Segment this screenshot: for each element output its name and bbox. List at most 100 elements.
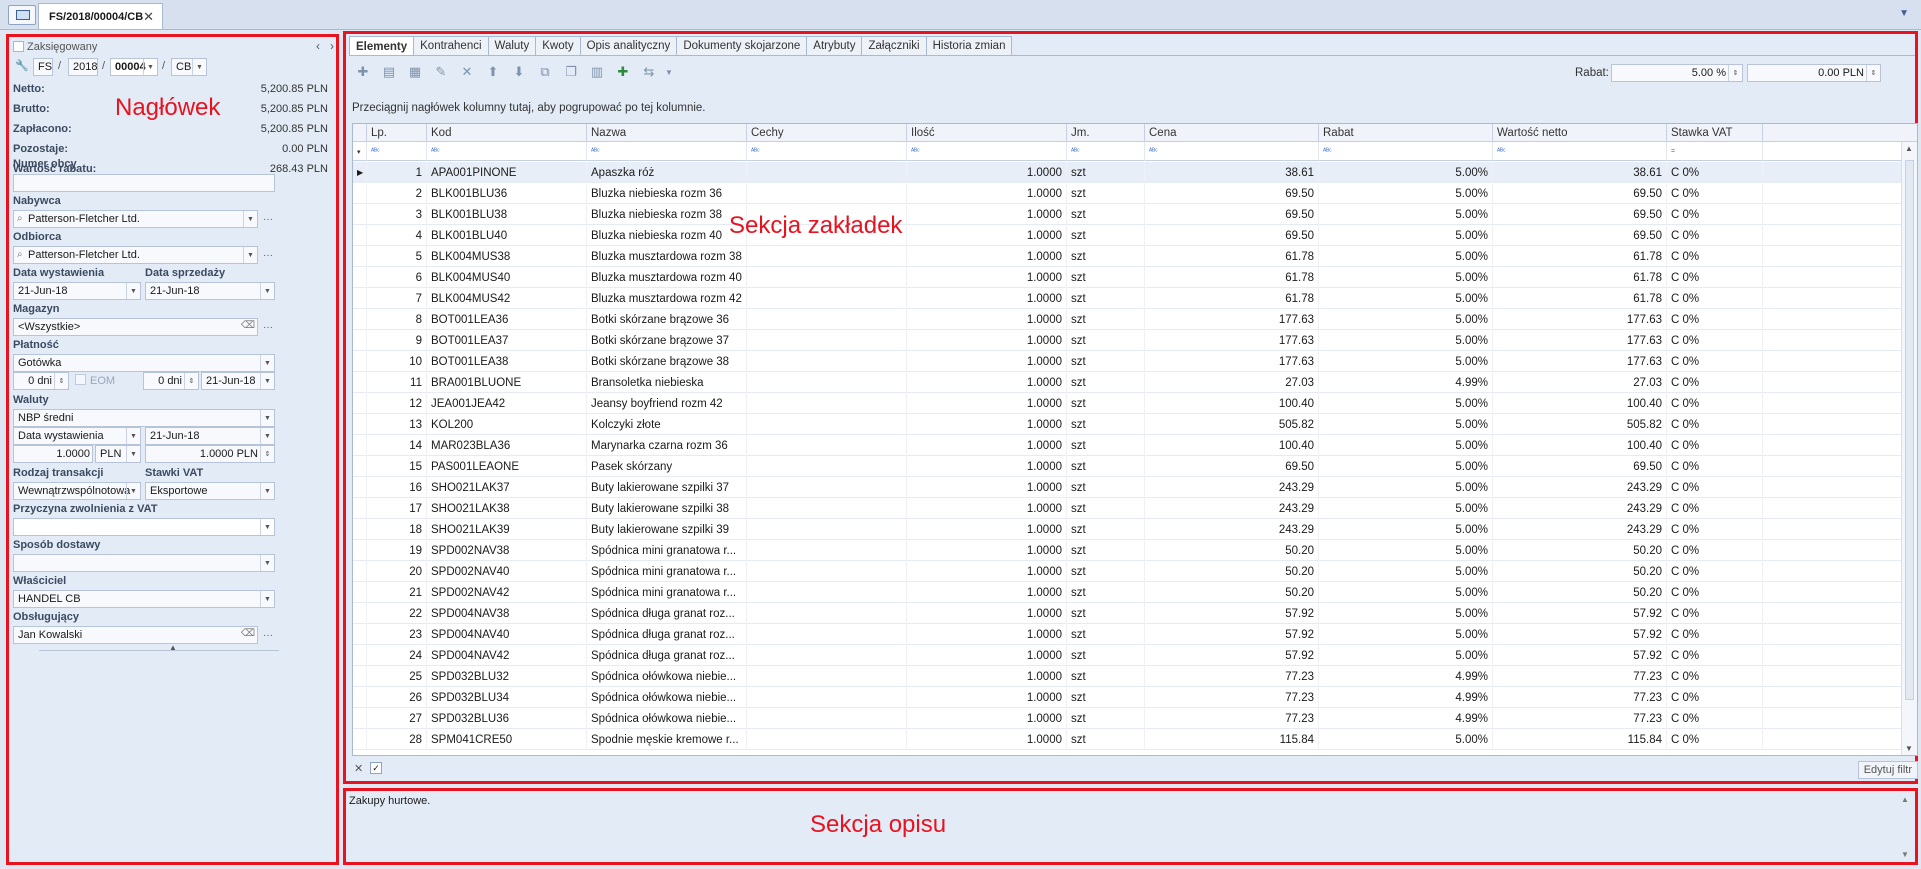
column-header[interactable]: Cena bbox=[1145, 124, 1319, 142]
table-cell[interactable]: 77.23 bbox=[1145, 666, 1319, 687]
table-cell[interactable]: 243.29 bbox=[1145, 519, 1319, 540]
table-cell[interactable]: Pasek skórzany bbox=[587, 456, 747, 477]
table-cell[interactable]: 69.50 bbox=[1493, 183, 1667, 204]
excel-icon[interactable]: ✚ bbox=[612, 62, 634, 82]
table-cell[interactable]: SHO021LAK39 bbox=[427, 519, 587, 540]
table-cell[interactable]: 1.0000 bbox=[907, 393, 1067, 414]
tab-item[interactable]: Załączniki bbox=[862, 36, 927, 56]
table-cell[interactable]: szt bbox=[1067, 498, 1145, 519]
doc-type-field[interactable]: FS bbox=[33, 58, 53, 76]
table-cell[interactable]: 1.0000 bbox=[907, 540, 1067, 561]
table-cell[interactable]: 5 bbox=[367, 246, 427, 267]
column-filter-cell[interactable]: ᴬᴮᶜ bbox=[587, 142, 747, 161]
document-tab[interactable]: FS/2018/00004/CB ✕ bbox=[38, 3, 163, 29]
table-cell[interactable]: 1.0000 bbox=[907, 267, 1067, 288]
table-cell[interactable]: szt bbox=[1067, 225, 1145, 246]
table-cell[interactable]: 5.00% bbox=[1319, 729, 1493, 750]
table-cell[interactable]: Bluzka niebieska rozm 36 bbox=[587, 183, 747, 204]
table-row[interactable]: 6 BLK004MUS40 Bluzka musztardowa rozm 40 1.… bbox=[353, 267, 1903, 288]
table-cell[interactable]: 5.00% bbox=[1319, 435, 1493, 456]
table-row[interactable]: 13 KOL200 Kolczyki złote 1.0000 szt 505.82 5.0… bbox=[353, 414, 1903, 435]
rate-value2-field[interactable]: 1.0000 PLN ⇕ bbox=[145, 445, 275, 463]
doc-seq-field[interactable]: 00004 ▼ bbox=[110, 58, 158, 76]
table-cell[interactable]: 57.92 bbox=[1145, 624, 1319, 645]
table-row[interactable]: 7 BLK004MUS42 Bluzka musztardowa rozm 42 1.… bbox=[353, 288, 1903, 309]
table-cell[interactable]: BLK001BLU36 bbox=[427, 183, 587, 204]
table-cell[interactable]: szt bbox=[1067, 708, 1145, 729]
table-cell[interactable]: szt bbox=[1067, 351, 1145, 372]
table-cell[interactable]: SPD004NAV42 bbox=[427, 645, 587, 666]
table-cell[interactable] bbox=[747, 456, 907, 477]
table-cell[interactable] bbox=[747, 435, 907, 456]
column-header[interactable]: Wartość netto bbox=[1493, 124, 1667, 142]
table-cell[interactable]: 100.40 bbox=[1493, 435, 1667, 456]
table-cell[interactable]: 38.61 bbox=[1493, 162, 1667, 183]
column-filter-cell[interactable]: ᴬᴮᶜ bbox=[367, 142, 427, 161]
column-filter-cell[interactable]: ᴬᴮᶜ bbox=[1067, 142, 1145, 161]
table-cell[interactable]: 505.82 bbox=[1145, 414, 1319, 435]
table-cell[interactable]: szt bbox=[1067, 582, 1145, 603]
table-cell[interactable]: 5.00% bbox=[1319, 225, 1493, 246]
table-cell[interactable]: 16 bbox=[367, 477, 427, 498]
table-cell[interactable]: MAR023BLA36 bbox=[427, 435, 587, 456]
column-filter-cell[interactable]: ᴬᴮᶜ bbox=[747, 142, 907, 161]
delete-icon[interactable]: ✕ bbox=[456, 62, 478, 82]
table-cell[interactable]: szt bbox=[1067, 246, 1145, 267]
table-cell[interactable]: 5.00% bbox=[1319, 540, 1493, 561]
table-cell[interactable]: 17 bbox=[367, 498, 427, 519]
table-cell[interactable]: 177.63 bbox=[1493, 351, 1667, 372]
table-cell[interactable]: 1.0000 bbox=[907, 309, 1067, 330]
table-cell[interactable]: BLK004MUS42 bbox=[427, 288, 587, 309]
table-cell[interactable] bbox=[747, 561, 907, 582]
table-cell[interactable]: C 0% bbox=[1667, 582, 1763, 603]
table-cell[interactable]: 177.63 bbox=[1493, 309, 1667, 330]
scroll-up-icon[interactable]: ▲ bbox=[1905, 144, 1913, 153]
table-cell[interactable]: BRA001BLUONE bbox=[427, 372, 587, 393]
column-filter-cell[interactable]: = bbox=[1667, 142, 1763, 161]
export-icon[interactable]: ⇆ bbox=[638, 62, 660, 82]
currency-date-type-field[interactable]: Data wystawienia ▼ bbox=[13, 427, 141, 445]
column-filter-cell[interactable]: ᴬᴮᶜ bbox=[1493, 142, 1667, 161]
table-cell[interactable]: 1 bbox=[367, 162, 427, 183]
tab-item[interactable]: Kontrahenci bbox=[414, 36, 489, 56]
table-cell[interactable]: szt bbox=[1067, 729, 1145, 750]
table-cell[interactable]: 38.61 bbox=[1145, 162, 1319, 183]
table-cell[interactable]: 69.50 bbox=[1145, 456, 1319, 477]
table-cell[interactable]: SPD004NAV38 bbox=[427, 603, 587, 624]
owner-field[interactable]: HANDEL CB ▼ bbox=[13, 590, 275, 608]
table-cell[interactable]: 1.0000 bbox=[907, 603, 1067, 624]
chevron-down-icon[interactable]: ▼ bbox=[126, 483, 140, 499]
table-cell[interactable]: 5.00% bbox=[1319, 351, 1493, 372]
table-cell[interactable]: 1.0000 bbox=[907, 729, 1067, 750]
issue-date-field[interactable]: 21-Jun-18 ▼ bbox=[13, 282, 141, 300]
table-cell[interactable]: 4 bbox=[367, 225, 427, 246]
table-cell[interactable]: 4.99% bbox=[1319, 372, 1493, 393]
scrollbar-thumb[interactable] bbox=[1905, 160, 1914, 700]
table-cell[interactable]: 1.0000 bbox=[907, 519, 1067, 540]
table-cell[interactable]: BLK004MUS38 bbox=[427, 246, 587, 267]
table-cell[interactable]: C 0% bbox=[1667, 162, 1763, 183]
table-cell[interactable]: szt bbox=[1067, 603, 1145, 624]
tab-item[interactable]: Dokumenty skojarzone bbox=[677, 36, 808, 56]
table-cell[interactable]: 69.50 bbox=[1493, 456, 1667, 477]
table-cell[interactable]: 177.63 bbox=[1145, 330, 1319, 351]
table-cell[interactable]: 4.99% bbox=[1319, 708, 1493, 729]
table-cell[interactable]: 1.0000 bbox=[907, 372, 1067, 393]
table-cell[interactable]: 10 bbox=[367, 351, 427, 372]
table-cell[interactable]: KOL200 bbox=[427, 414, 587, 435]
table-cell[interactable]: Spódnica mini granatowa r... bbox=[587, 540, 747, 561]
table-cell[interactable]: Spódnica mini granatowa r... bbox=[587, 582, 747, 603]
table-cell[interactable]: 2 bbox=[367, 183, 427, 204]
table-cell[interactable]: C 0% bbox=[1667, 393, 1763, 414]
add-icon[interactable]: ✚ bbox=[352, 62, 374, 82]
column-header[interactable]: Lp. bbox=[367, 124, 427, 142]
spinner-icon[interactable]: ⇕ bbox=[54, 373, 68, 389]
table-cell[interactable]: JEA001JEA42 bbox=[427, 393, 587, 414]
table-cell[interactable]: BOT001LEA37 bbox=[427, 330, 587, 351]
table-cell[interactable]: SPM041CRE50 bbox=[427, 729, 587, 750]
chevron-down-icon[interactable]: ▼ bbox=[243, 247, 257, 263]
table-cell[interactable]: SPD032BLU36 bbox=[427, 708, 587, 729]
column-header[interactable]: Jm. bbox=[1067, 124, 1145, 142]
column-header[interactable]: Nazwa bbox=[587, 124, 747, 142]
table-cell[interactable]: szt bbox=[1067, 645, 1145, 666]
